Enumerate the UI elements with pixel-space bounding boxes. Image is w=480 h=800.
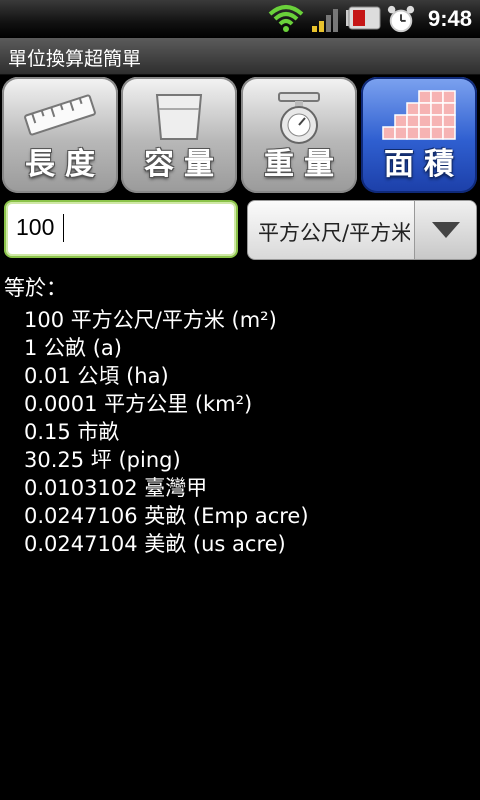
wifi-icon	[268, 5, 304, 32]
app-title: 單位換算超簡單	[8, 48, 142, 70]
value-input-text: 100	[16, 214, 55, 240]
clock-time: 9:48	[427, 6, 472, 31]
category-volume-button[interactable]: 容量	[121, 77, 237, 193]
result-item: 1 公畝 (a)	[24, 336, 122, 360]
category-label: 面積	[384, 147, 464, 182]
ruler-icon	[24, 94, 96, 136]
text-caret	[63, 214, 64, 242]
unit-selector-value: 平方公尺/平方米 (m²)	[258, 221, 410, 245]
scale-icon	[278, 92, 320, 144]
category-length-button[interactable]: 長度	[2, 77, 118, 193]
result-item: 30.25 坪 (ping)	[24, 448, 181, 472]
result-item: 0.0001 平方公里 (km²)	[24, 392, 253, 416]
dropdown-arrow-icon	[432, 222, 460, 238]
result-item: 0.15 市畝	[24, 420, 120, 444]
cup-icon	[155, 94, 203, 140]
result-item: 0.0247106 英畝 (Emp acre)	[24, 504, 309, 528]
value-input[interactable]: 100	[4, 200, 238, 258]
equals-label: 等於：	[4, 276, 67, 300]
grid-area-icon	[382, 90, 456, 140]
alarm-clock-icon	[387, 5, 415, 33]
category-label: 長度	[25, 147, 105, 182]
signal-icon	[312, 9, 338, 32]
result-item: 0.0247104 美畝 (us acre)	[24, 532, 286, 556]
result-item: 0.0103102 臺灣甲	[24, 476, 208, 500]
category-label: 重量	[264, 147, 344, 182]
category-area-button[interactable]: 面積	[361, 77, 477, 193]
unit-selector[interactable]: 平方公尺/平方米 (m²)	[247, 200, 477, 260]
status-bar: 9:48	[0, 0, 480, 38]
app-title-bar: 單位換算超簡單	[0, 38, 480, 75]
results-list: 100 平方公尺/平方米 (m²) 1 公畝 (a) 0.01 公頃 (ha) …	[24, 306, 309, 558]
unit-dropdown-button[interactable]	[415, 201, 476, 259]
result-item: 0.01 公頃 (ha)	[24, 364, 169, 388]
result-item: 100 平方公尺/平方米 (m²)	[24, 308, 277, 332]
category-weight-button[interactable]: 重量	[241, 77, 357, 193]
battery-icon	[346, 6, 381, 30]
category-label: 容量	[144, 147, 224, 182]
